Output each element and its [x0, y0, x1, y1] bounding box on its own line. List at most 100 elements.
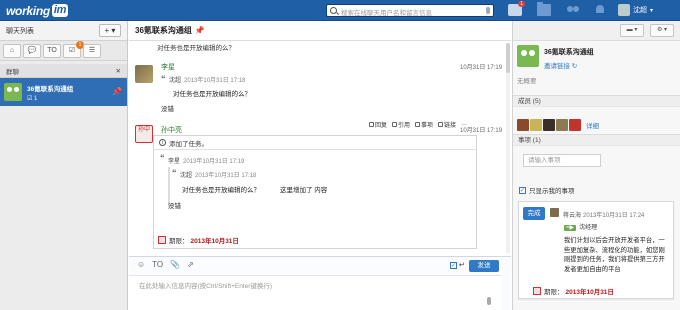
- task-date: 2013年10月31日 17:24: [583, 213, 645, 219]
- task-card-header: i 添加了任务。: [154, 136, 476, 150]
- avatar: [550, 208, 559, 217]
- assignee-name: 沈经理: [579, 225, 598, 231]
- emoji-icon[interactable]: ☺: [137, 260, 145, 269]
- invite-link[interactable]: 邀请链接 ↻: [544, 60, 594, 70]
- send-button[interactable]: 发送: [469, 260, 499, 272]
- quote-button[interactable]: 引用: [392, 120, 410, 129]
- only-mine-label: 只显示我的事项: [529, 188, 575, 195]
- group-chat-section: 群聊 ✕: [0, 64, 127, 78]
- folder-icon[interactable]: [537, 2, 551, 16]
- link-button[interactable]: 链接: [438, 120, 456, 129]
- info-icon: i: [159, 139, 166, 146]
- attachment-icon[interactable]: 📎: [170, 260, 180, 269]
- message-text: 没错: [161, 106, 174, 113]
- microphone-icon[interactable]: [487, 297, 491, 305]
- scroll-thumb[interactable]: [506, 43, 510, 73]
- settings-menu-button[interactable]: ⚙ ▾: [650, 24, 674, 37]
- pin-icon[interactable]: 📌: [195, 26, 205, 35]
- task-creator: 蒋云海: [563, 213, 582, 219]
- section-title: 群聊: [6, 68, 19, 76]
- quote-text: 对任务也是开放编辑的么？: [173, 91, 251, 98]
- task-body: 我们计划以后会开放开发者平台，一些更加复杂、流程化的功能，如您刚刚提到的任务，我…: [564, 237, 665, 273]
- enter-to-send-checkbox[interactable]: ✓: [450, 262, 457, 269]
- chat-title: 36氪联系沟通组: [135, 26, 192, 35]
- task-card[interactable]: i 添加了任务。 “ 李星 2013年10月31日 17:19 “ 沈超 2013年…: [153, 135, 477, 249]
- chat-list-panel: 聊天列表 + ▾ ⌂ 💬 TO ☑ 1 ☰ 群聊 ✕ 36氪联系沟通组 ☑ 1 …: [0, 21, 128, 310]
- chevron-down-icon: ▾: [650, 7, 654, 14]
- message-text: 没错: [168, 203, 181, 210]
- chat-list-item[interactable]: 36氪联系沟通组 ☑ 1 📌: [0, 78, 127, 106]
- group-description: 无概要: [517, 78, 537, 85]
- compose-area: ☺ TO 📎 ⇗ ✓ ↵ 发送 在此处输入信息内容(按Ctrl/Shift+En…: [129, 256, 511, 310]
- quote-date: 2013年10月31日 17:18: [184, 78, 246, 84]
- add-chat-button[interactable]: + ▾: [99, 24, 121, 37]
- quote-header: 沈超 2013年10月31日 17:18: [180, 170, 256, 179]
- user-menu[interactable]: 沈超 ▾: [618, 4, 653, 16]
- messages-tab[interactable]: 💬: [23, 43, 41, 58]
- avatar[interactable]: [569, 119, 581, 131]
- pin-icon[interactable]: 📌: [112, 87, 122, 96]
- contacts-icon[interactable]: [566, 4, 580, 16]
- group-info-panel: ▬ ▾ ⚙ ▾ 36氪联系沟通组 邀请链接 ↻ 无概要 成员 (5) 详细 事项…: [512, 21, 680, 310]
- task-icon[interactable]: 1: [508, 1, 525, 16]
- deadline-label: 期限：: [544, 289, 564, 296]
- quote-date: 2013年10月31日 17:18: [195, 173, 257, 179]
- task-assignee: =▶ 沈经理: [564, 222, 597, 231]
- avatar[interactable]: [556, 119, 568, 131]
- group-name: 36氪联系沟通组: [544, 49, 594, 56]
- close-icon[interactable]: ✕: [116, 67, 121, 75]
- home-tab[interactable]: ⌂: [3, 43, 21, 58]
- quote-header: 沈超 2013年10月31日 17:18: [169, 75, 245, 84]
- quote-date: 2013年10月31日 17:19: [183, 159, 245, 165]
- chat-item-name: 36氪联系沟通组: [27, 85, 74, 93]
- task-meta: 蒋云海 2013年10月31日 17:24: [563, 210, 644, 219]
- compose-tools: ☺ TO 📎 ⇗: [137, 260, 194, 269]
- avatar[interactable]: [530, 119, 542, 131]
- group-avatar-icon: [517, 45, 539, 67]
- complete-task-button[interactable]: 完成: [523, 207, 545, 220]
- task-item[interactable]: 完成 蒋云海 2013年10月31日 17:24 =▶ 沈经理 我们计划以后会开放开…: [518, 201, 674, 299]
- task-button[interactable]: 事项: [415, 120, 433, 129]
- mention-icon[interactable]: TO: [152, 260, 163, 269]
- search-placeholder: 搜索在线聊天用户名和留言信息: [341, 10, 432, 17]
- task-card-title: 添加了任务。: [169, 140, 208, 148]
- calendar-icon: [533, 287, 541, 295]
- message-author[interactable]: 孙中亮: [161, 125, 182, 135]
- chat-panel: 36氪联系沟通组 📌 对任务也是开放编辑的么？ 李星 10月31日 17:19 …: [129, 21, 511, 310]
- message-action-toolbar: 回复 引用 事项 链接 ···: [366, 119, 471, 130]
- feed-scrollbar[interactable]: [506, 43, 510, 253]
- tasks-tab[interactable]: ☑ 1: [63, 40, 84, 58]
- search-input[interactable]: 搜索在线聊天用户名和留言信息: [326, 4, 494, 17]
- folder-menu-button[interactable]: ▬ ▾: [620, 24, 644, 37]
- deadline-date: 2013年10月31日: [565, 289, 614, 296]
- members-detail-link[interactable]: 详细: [586, 120, 599, 130]
- task-badge: 1: [518, 1, 525, 7]
- quote-icon: “: [172, 168, 177, 178]
- task-search-input[interactable]: 请输入事项: [523, 154, 601, 167]
- quote-icon: “: [160, 153, 165, 163]
- chat-item-task-count: ☑ 1: [27, 95, 38, 102]
- tasks-tab-icon: ☑: [68, 46, 76, 54]
- message-input[interactable]: 在此处输入信息内容(按Ctrl/Shift+Enter键换行): [129, 275, 501, 310]
- only-mine-filter[interactable]: ✓ 只显示我的事项: [519, 185, 575, 195]
- chat-filter-tabs: ⌂ 💬 TO ☑ 1 ☰: [0, 40, 127, 61]
- quote-text: 对任务也是开放编辑的么？: [182, 187, 260, 194]
- list-tab[interactable]: ☰: [83, 43, 101, 58]
- app-logo[interactable]: working im: [6, 3, 69, 18]
- only-mine-checkbox[interactable]: ✓: [519, 186, 526, 194]
- notification-icon[interactable]: [593, 4, 607, 16]
- avatar: [618, 4, 630, 16]
- avatar[interactable]: 孙中: [135, 125, 153, 143]
- members-section-header: 成员 (5): [513, 95, 680, 107]
- avatar[interactable]: [543, 119, 555, 131]
- quote-icon: “: [161, 74, 166, 84]
- screenshot-icon[interactable]: ⇗: [187, 260, 194, 269]
- mentions-tab[interactable]: TO: [43, 43, 61, 58]
- avatar[interactable]: [135, 65, 153, 83]
- chat-list-header: 聊天列表 + ▾: [0, 21, 127, 41]
- avatar[interactable]: [517, 119, 529, 131]
- message-author[interactable]: 李星: [161, 62, 175, 72]
- quote-user: 李星: [168, 159, 181, 165]
- microphone-icon[interactable]: [486, 7, 490, 14]
- reply-button[interactable]: 回复: [369, 120, 387, 129]
